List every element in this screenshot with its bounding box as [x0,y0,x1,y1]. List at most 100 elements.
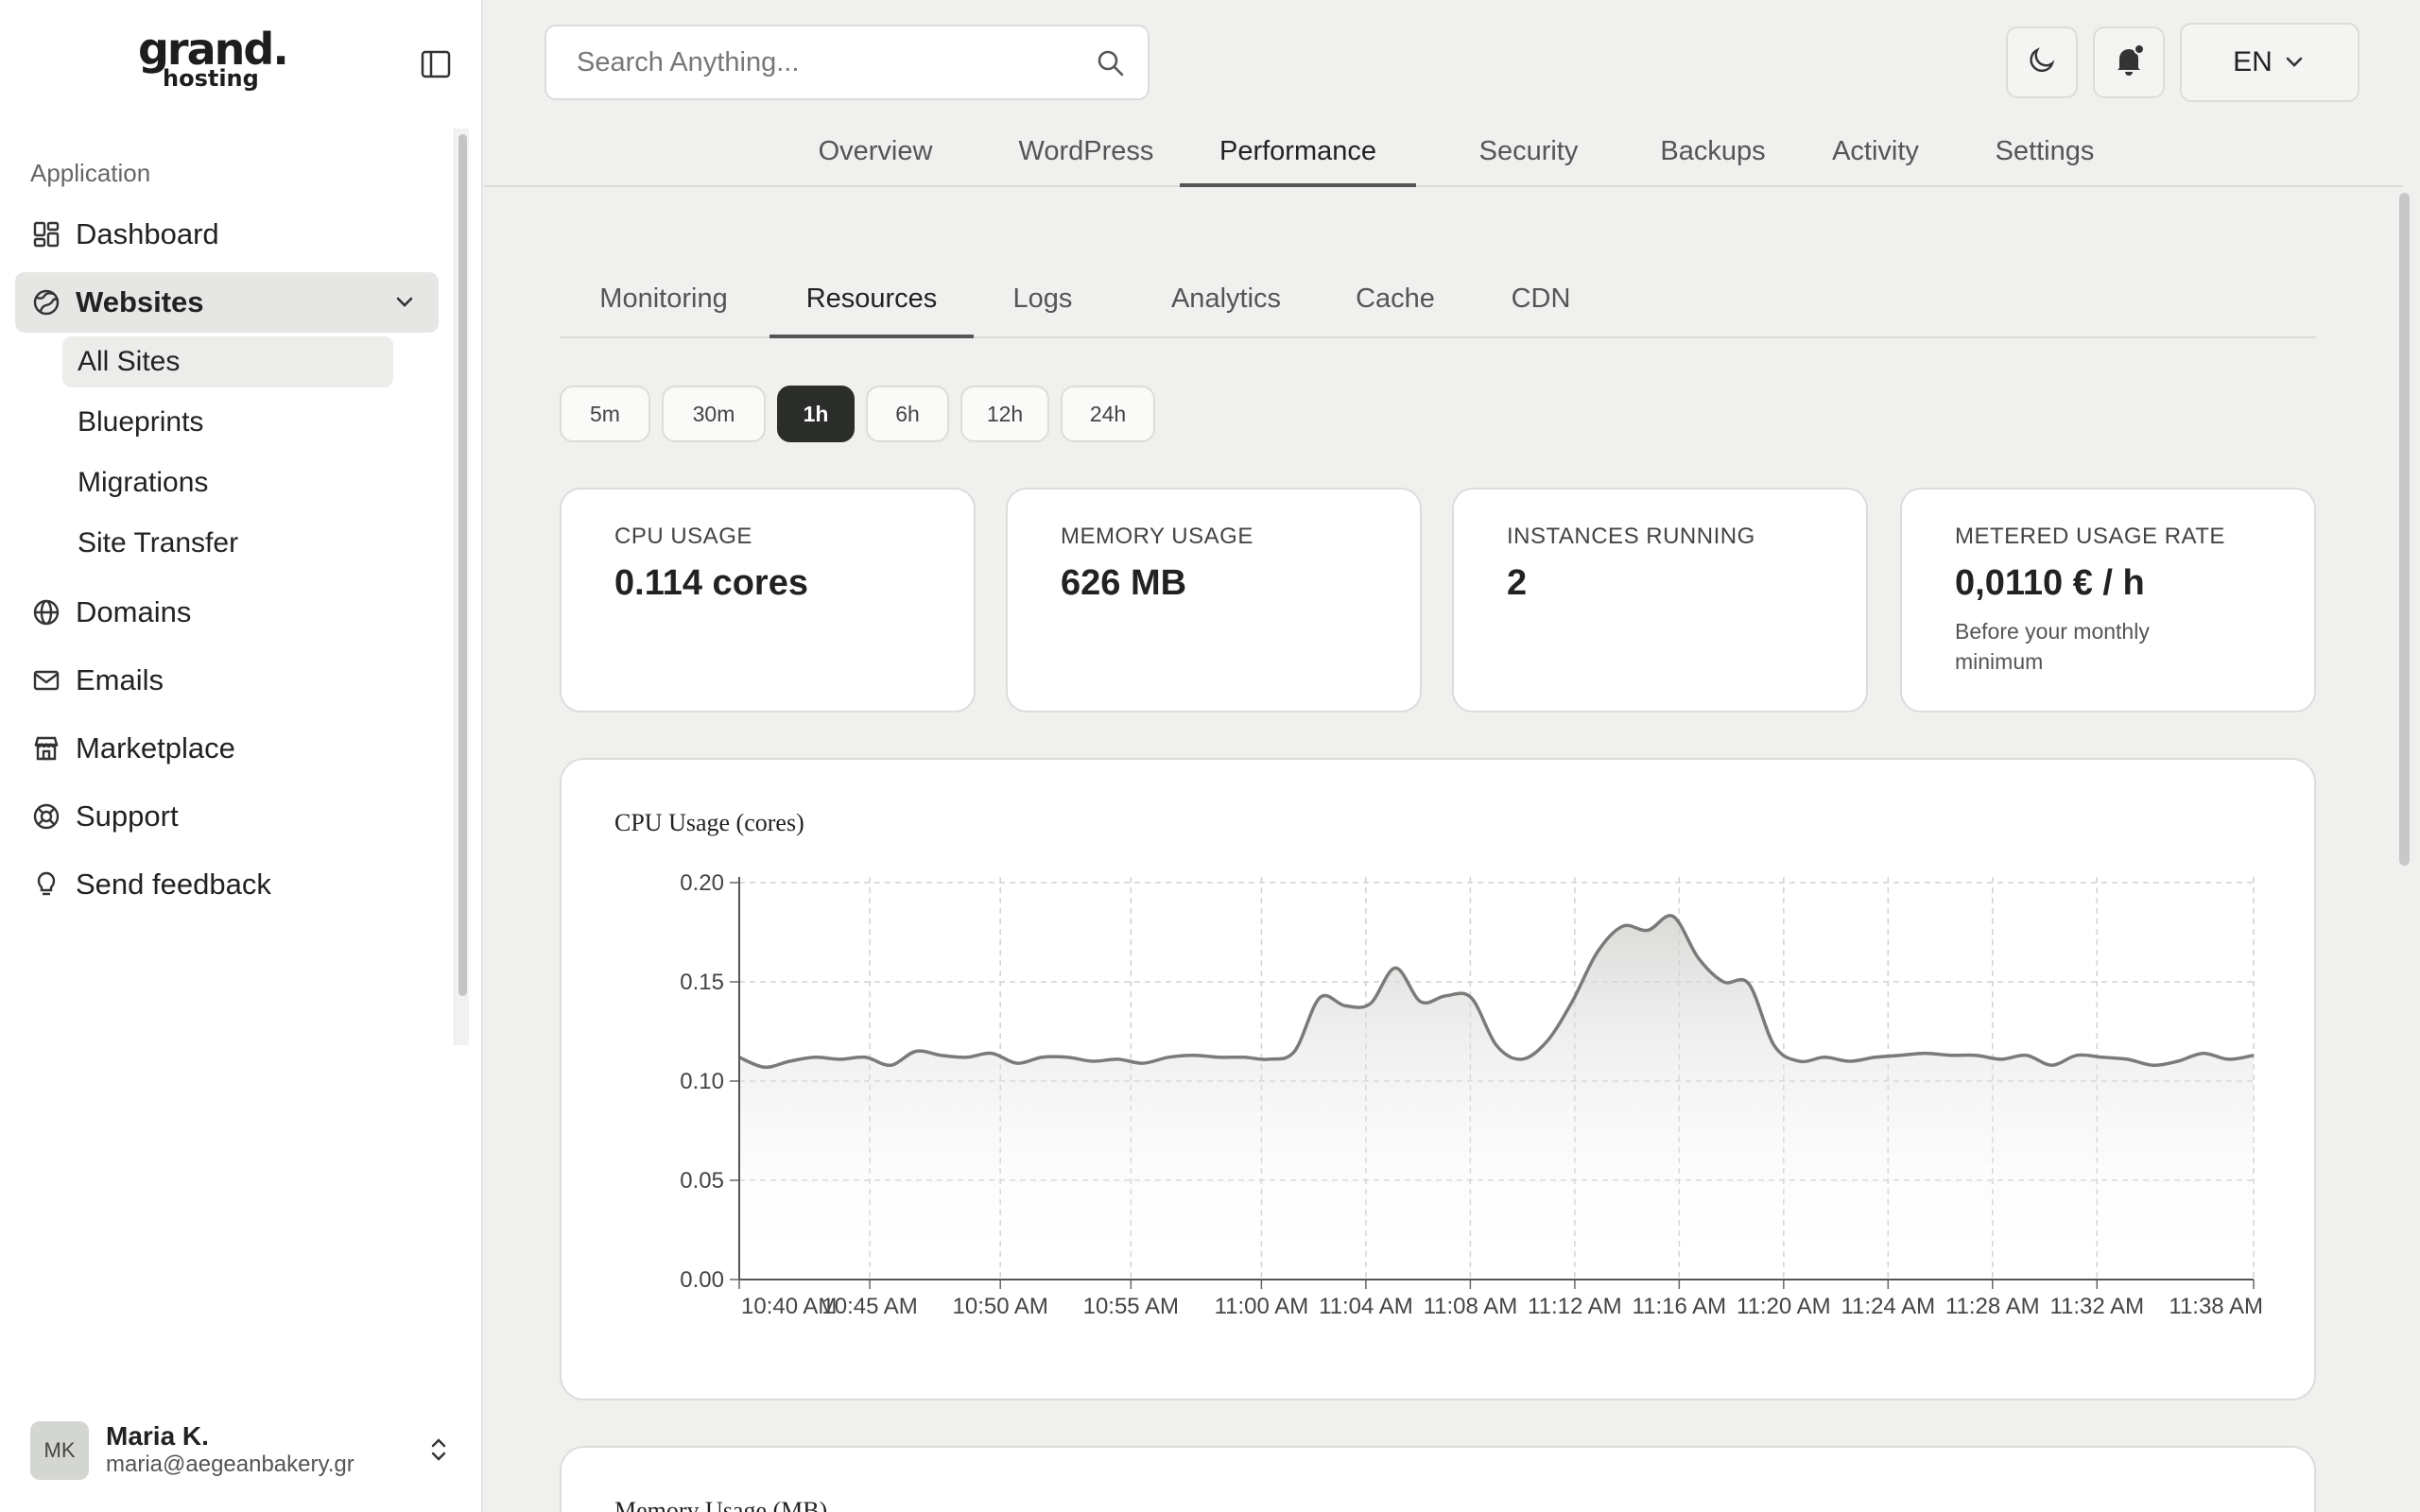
brand-line-2: hosting [163,65,259,92]
search-input[interactable] [577,46,1087,78]
y-tick-label: 0.10 [680,1069,724,1094]
sidebar-subitem-label: Migrations [78,467,209,498]
chevrons-up-down-icon[interactable] [424,1435,454,1465]
tab-settings[interactable]: Settings [1968,132,2121,187]
x-tick-label: 11:08 AM [1424,1294,1518,1319]
bell-icon [2110,42,2148,84]
tab-wordpress[interactable]: WordPress [994,132,1178,187]
sidebar-subitem-blueprints[interactable]: Blueprints [62,397,393,448]
range-24h-button[interactable]: 24h [1061,386,1155,442]
sidebar-subitem-label: Site Transfer [78,527,239,558]
tab-backups[interactable]: Backups [1628,132,1798,187]
stat-card-metered-rate: METERED USAGE RATE 0,0110 € / h Before y… [1900,488,2316,713]
stat-label: METERED USAGE RATE [1955,524,2225,549]
subtab-cdn[interactable]: CDN [1484,274,1598,338]
tab-overview[interactable]: Overview [798,132,953,187]
y-tick-label: 0.00 [680,1267,724,1293]
search-icon[interactable] [1095,47,1127,79]
theme-toggle-button[interactable] [2006,26,2078,98]
stat-value: 0,0110 € / h [1955,563,2145,603]
avatar: MK [30,1421,89,1480]
stat-label: CPU USAGE [614,524,752,549]
mail-icon [30,664,62,696]
sidebar-item-dashboard[interactable]: Dashboard [15,204,439,265]
websites-icon [30,286,62,318]
sidebar-item-marketplace[interactable]: Marketplace [15,718,439,779]
range-12h-button[interactable]: 12h [960,386,1049,442]
sidebar-item-label: Websites [76,285,204,318]
sidebar-item-label: Domains [76,595,192,628]
main-tabs: Overview WordPress Performance Security … [484,132,2403,187]
tab-security[interactable]: Security [1448,132,1609,187]
y-tick-label: 0.15 [680,970,724,995]
sidebar-scrollbar-thumb[interactable] [458,134,467,996]
lightbulb-icon [30,868,62,901]
chevron-down-icon[interactable] [389,287,420,318]
x-tick-label: 11:28 AM [1945,1294,2040,1319]
cpu-series-line [738,914,2255,1070]
sidebar-item-support[interactable]: Support [15,786,439,847]
chevron-down-icon [2282,50,2307,75]
stat-card-cpu: CPU USAGE 0.114 cores [560,488,976,713]
chart-title: Memory Usage (MB) [614,1497,828,1512]
lifebuoy-icon [30,800,62,833]
sidebar-item-label: Support [76,799,179,833]
notifications-button[interactable] [2093,26,2165,98]
sidebar-subitem-label: Blueprints [78,406,204,438]
stat-value: 0.114 cores [614,563,808,603]
subtab-cache[interactable]: Cache [1329,274,1461,338]
page-scrollbar-thumb[interactable] [2399,193,2410,866]
sub-tabs: Monitoring Resources Logs Analytics Cach… [560,274,2316,338]
stat-value: 2 [1507,563,1528,603]
range-5m-button[interactable]: 5m [560,386,650,442]
globe-icon [30,596,62,628]
x-tick-label: 11:24 AM [1841,1294,1935,1319]
x-tick-label: 11:20 AM [1737,1294,1831,1319]
language-select[interactable]: EN [2180,23,2360,102]
cpu-chart: 0.000.050.100.150.2010:40 AM10:45 AM 10:5… [680,870,2263,1319]
sidebar-item-label: Dashboard [76,217,219,250]
subtab-analytics[interactable]: Analytics [1136,274,1316,338]
tab-performance[interactable]: Performance [1180,132,1416,187]
sidebar-scrollbar[interactable] [454,129,469,1045]
sidebar-toggle-icon[interactable] [420,49,452,79]
sidebar-subitem-migrations[interactable]: Migrations [62,457,393,508]
search-box[interactable] [544,25,1150,100]
stat-label: MEMORY USAGE [1061,524,1253,549]
memory-chart-card: Memory Usage (MB) [560,1446,2316,1512]
sidebar-subitem-site-transfer[interactable]: Site Transfer [62,518,393,569]
sidebar: grand. hosting Application Dashboard Web… [0,0,483,1512]
tab-activity[interactable]: Activity [1802,132,1949,187]
dashboard-icon [30,218,62,250]
sidebar-item-domains[interactable]: Domains [15,582,439,643]
cpu-chart-card: CPU Usage (cores) 0.00 0.05 0.10 0.15 0.20 10… [560,758,2316,1400]
subtab-monitoring[interactable]: Monitoring [560,274,768,338]
range-1h-button[interactable]: 1h [777,386,855,442]
sidebar-item-send-feedback[interactable]: Send feedback [15,854,439,915]
x-tick-label: 11:12 AM [1528,1294,1622,1319]
x-tick-label: 10:50 AM [953,1294,1048,1319]
range-6h-button[interactable]: 6h [866,386,949,442]
stat-value: 626 MB [1061,563,1187,603]
brand-logo[interactable]: grand. hosting [138,24,289,94]
page-scrollbar[interactable] [2395,189,2414,1512]
subtab-logs[interactable]: Logs [981,274,1104,338]
stat-note: Before your monthly minimum [1955,619,2150,674]
sidebar-item-emails[interactable]: Emails [15,650,439,711]
stat-card-memory: MEMORY USAGE 626 MB [1006,488,1422,713]
y-tick-label: 0.05 [680,1168,724,1194]
x-tick-label: 11:32 AM [2049,1294,2144,1319]
subtab-resources[interactable]: Resources [769,274,974,338]
sidebar-item-websites[interactable]: Websites [15,272,439,333]
user-menu[interactable]: MK Maria K. maria@aegeanbakery.gr [30,1419,454,1482]
sidebar-subitem-all-sites[interactable]: All Sites [62,336,393,387]
section-label-application: Application [30,159,151,187]
brand-line-1: grand. [138,24,289,75]
sidebar-item-label: Emails [76,663,164,696]
x-tick-label: 10:55 AM [1083,1294,1179,1319]
sidebar-item-label: Send feedback [76,868,271,901]
sidebar-subitem-label: All Sites [78,346,181,377]
x-tick-label: 10:45 AM [821,1294,917,1319]
range-30m-button[interactable]: 30m [662,386,766,442]
sidebar-item-label: Marketplace [76,731,235,765]
